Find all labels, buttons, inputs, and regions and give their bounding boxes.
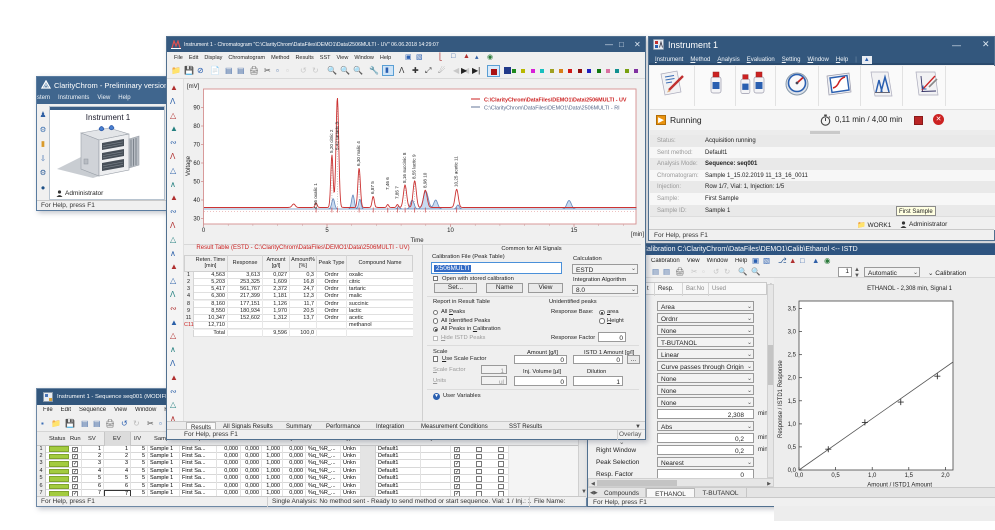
svg-text:[min]: [min] <box>631 232 644 238</box>
svg-text:10: 10 <box>447 228 454 234</box>
svg-text:80: 80 <box>193 124 200 130</box>
svg-text:8,98 10: 8,98 10 <box>422 172 427 188</box>
svg-text:ETHANOL - 2,308 min, Signal 1: ETHANOL - 2,308 min, Signal 1 <box>867 286 952 292</box>
svg-text:1,0: 1,0 <box>788 422 797 428</box>
svg-text:5,42 tartaric 3: 5,42 tartaric 3 <box>334 121 339 150</box>
svg-text:90: 90 <box>193 106 200 112</box>
svg-text:[mV]: [mV] <box>187 84 200 90</box>
svg-text:60: 60 <box>193 161 200 167</box>
svg-text:3,0: 3,0 <box>788 330 797 336</box>
svg-text:2,0: 2,0 <box>788 376 797 382</box>
svg-text:0,5: 0,5 <box>788 445 797 451</box>
svg-text:5,20 citric 2: 5,20 citric 2 <box>329 129 334 153</box>
svg-text:1,5: 1,5 <box>905 473 914 479</box>
svg-text:5: 5 <box>325 228 329 234</box>
svg-text:Voltage: Voltage <box>186 155 192 176</box>
svg-text:0,5: 0,5 <box>831 473 840 479</box>
svg-text:0,0: 0,0 <box>788 468 797 474</box>
svg-text:8,16 succinic 8: 8,16 succinic 8 <box>402 152 407 183</box>
svg-text:4,56 oxalic 1: 4,56 oxalic 1 <box>313 183 318 209</box>
svg-text:6,30 malic 4: 6,30 malic 4 <box>356 141 361 166</box>
svg-text:Response / ISTD1 Response: Response / ISTD1 Response <box>778 360 784 438</box>
svg-text:2,5: 2,5 <box>788 353 797 359</box>
svg-text:0: 0 <box>202 228 206 234</box>
svg-text:7,85 7: 7,85 7 <box>394 186 399 199</box>
svg-text:8,55 lactic 9: 8,55 lactic 9 <box>412 154 417 179</box>
svg-text:30: 30 <box>193 217 200 223</box>
svg-text:1,5: 1,5 <box>788 399 797 405</box>
svg-text:7,46 6: 7,46 6 <box>385 177 390 190</box>
svg-text:50: 50 <box>193 180 200 186</box>
svg-text:1,0: 1,0 <box>868 473 877 479</box>
svg-text:C:\ClarityChrom\DataFiles\DEMO: C:\ClarityChrom\DataFiles\DEMO1\Data\250… <box>484 106 620 112</box>
svg-text:3,5: 3,5 <box>788 307 797 313</box>
svg-text:70: 70 <box>193 143 200 149</box>
svg-text:40: 40 <box>193 198 200 204</box>
svg-text:0,0: 0,0 <box>795 473 804 479</box>
svg-text:10,25 acetic 11: 10,25 acetic 11 <box>454 156 459 187</box>
svg-text:6,87 5: 6,87 5 <box>370 181 375 194</box>
svg-text:C:\ClarityChrom\DataFiles\DEMO: C:\ClarityChrom\DataFiles\DEMO1\Data\250… <box>484 98 627 104</box>
svg-text:15: 15 <box>571 228 578 234</box>
svg-text:2,0: 2,0 <box>941 473 950 479</box>
